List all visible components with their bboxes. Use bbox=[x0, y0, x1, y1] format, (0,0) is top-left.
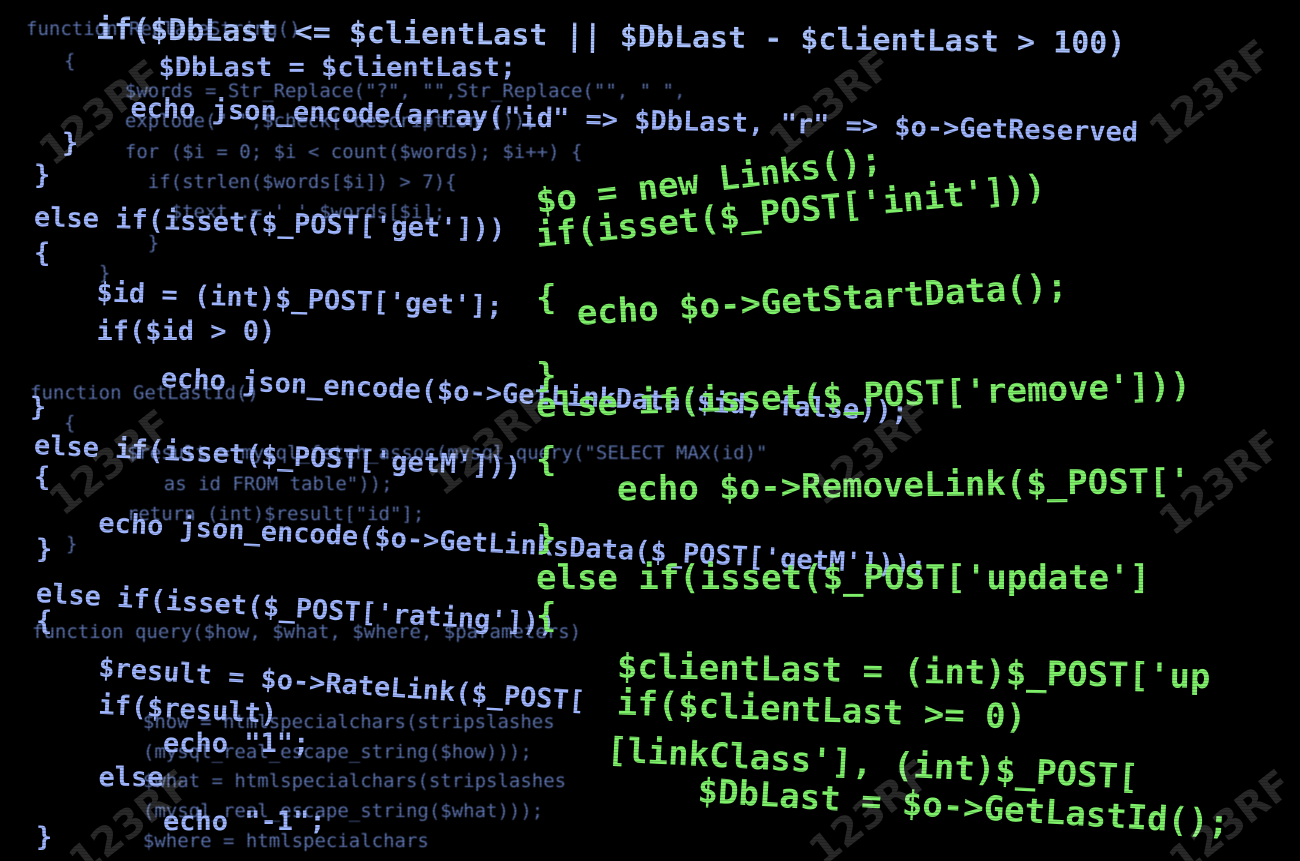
code-line: echo $o->GetStartData(); bbox=[534, 266, 1069, 336]
code-line: echo $o->RemoveLink($_POST[' bbox=[575, 461, 1191, 510]
code-line: } bbox=[536, 518, 557, 558]
code-line: { bbox=[536, 440, 557, 480]
foreground-code-layer: $o = new Links(); if(isset($_POST['init'… bbox=[0, 0, 1300, 861]
code-line: { bbox=[536, 596, 557, 636]
code-photo: function ReplaceString() { $words = Str_… bbox=[0, 0, 1300, 861]
code-line: else if(isset($_POST['remove'])) bbox=[535, 365, 1192, 426]
code-line: else if(isset($_POST['update'] bbox=[536, 558, 1151, 598]
